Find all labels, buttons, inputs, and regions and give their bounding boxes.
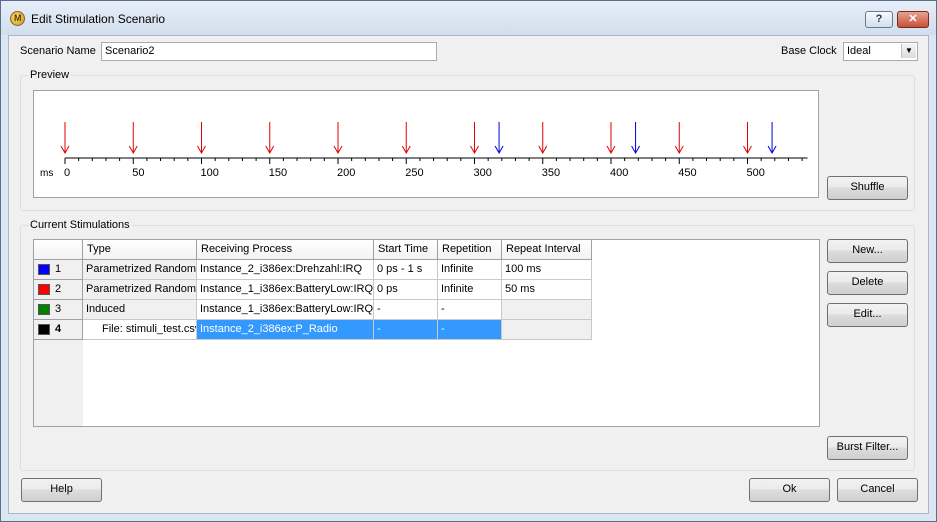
color-swatch [38,264,50,275]
close-button[interactable]: ✕ [897,11,929,28]
table-cell-start-time[interactable]: 0 ps - 1 s [374,260,438,280]
edit-button[interactable]: Edit... [827,303,908,327]
table-cell-start-time[interactable]: - [374,320,438,340]
dialog-window: M Edit Stimulation Scenario ? ✕ Scenario… [0,0,937,522]
table-cell-repetition[interactable]: Infinite [438,260,502,280]
title-bar[interactable]: M Edit Stimulation Scenario ? ✕ [1,1,936,35]
table-cell-repeat-interval[interactable] [502,320,592,340]
unit-label: ms [40,168,53,179]
shuffle-button[interactable]: Shuffle [827,176,908,200]
column-header-start-time[interactable]: Start Time [374,240,438,260]
app-icon: M [10,11,25,26]
row-number: 4 [55,323,62,335]
ok-button[interactable]: Ok [749,478,830,502]
row-number: 1 [55,263,62,275]
table-cell-process[interactable]: Instance_2_i386ex:Drehzahl:IRQ [197,260,374,280]
help-title-button[interactable]: ? [865,11,893,28]
delete-button[interactable]: Delete [827,271,908,295]
dialog-client: Scenario Name Scenario2 Base Clock Ideal… [8,35,929,514]
row-header-2[interactable]: 2 [34,280,83,300]
cancel-button[interactable]: Cancel [837,478,918,502]
tick-label: 450 [678,167,696,179]
table-cell-repetition[interactable]: Infinite [438,280,502,300]
timeline-chart: 0 50 100 150 200 250 300 350 400 450 500 ms [40,122,808,179]
base-clock-select[interactable]: Ideal ▼ [843,42,918,61]
row-number: 2 [55,283,62,295]
tick-label: 0 [64,167,70,179]
row-header-1[interactable]: 1 [34,260,83,280]
chevron-down-icon[interactable]: ▼ [901,44,916,58]
row-header-3[interactable]: 3 [34,300,83,320]
table-cell-type[interactable]: Parametrized Random [83,280,197,300]
table-cell-type[interactable]: Induced [83,300,197,320]
corner-header [34,240,83,260]
tick-label: 250 [405,167,423,179]
tick-label: 200 [337,167,355,179]
stimulations-group-title: Current Stimulations [28,219,132,231]
help-button[interactable]: Help [21,478,102,502]
color-swatch [38,324,50,335]
table-cell-process-selected[interactable]: Instance_2_i386ex:P_Radio [197,320,374,340]
base-clock-value: Ideal [847,45,871,57]
table-cell-process[interactable]: Instance_1_i386ex:BatteryLow:IRQ [197,300,374,320]
table-cell-repetition[interactable]: - [438,320,502,340]
table-cell-start-time[interactable]: 0 ps [374,280,438,300]
preview-timeline: 0 50 100 150 200 250 300 350 400 450 500 ms [33,90,819,198]
tick-label: 50 [132,167,144,179]
tick-label: 150 [269,167,287,179]
table-cell-repeat-interval[interactable]: 100 ms [502,260,592,280]
row-number: 3 [55,303,62,315]
burst-filter-button[interactable]: Burst Filter... [827,436,908,460]
preview-group-title: Preview [28,69,72,81]
table-cell-start-time[interactable]: - [374,300,438,320]
table-cell-repetition[interactable]: - [438,300,502,320]
tick-label: 300 [474,167,492,179]
tick-label: 400 [610,167,628,179]
table-cell-repeat-interval[interactable]: 50 ms [502,280,592,300]
column-header-type[interactable]: Type [83,240,197,260]
table-cell-type[interactable]: Parametrized Random [83,260,197,280]
column-header-receiving-process[interactable]: Receiving Process [197,240,374,260]
new-button[interactable]: New... [827,239,908,263]
color-swatch [38,304,50,315]
scenario-name-label: Scenario Name [20,45,96,57]
color-swatch [38,284,50,295]
column-header-repetition[interactable]: Repetition [438,240,502,260]
base-clock-label: Base Clock [781,45,837,57]
window-title: Edit Stimulation Scenario [31,12,166,26]
tick-label: 350 [542,167,560,179]
table-cell-process[interactable]: Instance_1_i386ex:BatteryLow:IRQ [197,280,374,300]
column-header-repeat-interval[interactable]: Repeat Interval [502,240,592,260]
row-header-4[interactable]: 4 [34,320,83,340]
table-cell-repeat-interval[interactable] [502,300,592,320]
stimulations-table: Type Receiving Process Start Time Repeti… [33,239,820,427]
scenario-name-input[interactable]: Scenario2 [101,42,437,61]
tick-label: 100 [201,167,219,179]
table-cell-type[interactable]: File: stimuli_test.csv [83,320,197,340]
tick-label: 500 [747,167,765,179]
